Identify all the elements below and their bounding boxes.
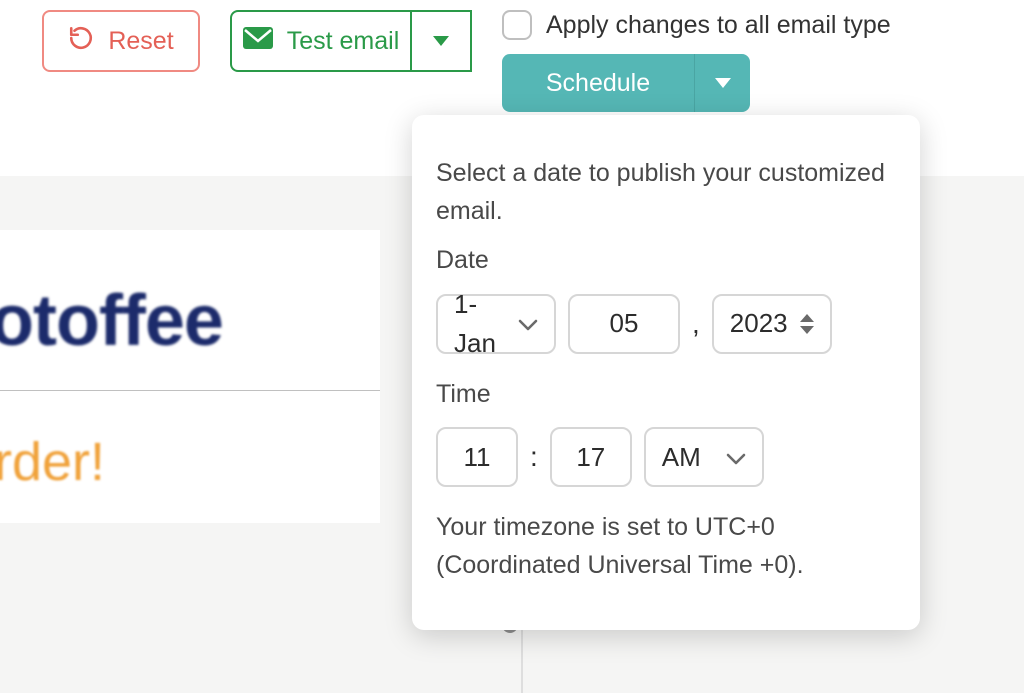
schedule-label: Schedule [546,69,650,98]
date-row: 1-Jan 05 , 2023 [436,294,896,354]
reset-button[interactable]: Reset [42,10,200,72]
reset-icon [68,25,94,58]
comma: , [692,303,700,345]
hour-value: 11 [464,438,491,477]
year-input[interactable]: 2023 [712,294,832,354]
minute-value: 17 [576,438,605,477]
time-row: 11 : 17 AM [436,427,896,487]
schedule-group: Schedule [502,54,750,112]
chevron-down-icon [726,438,746,477]
time-label: Time [436,376,896,414]
hour-input[interactable]: 11 [436,427,518,487]
minute-input[interactable]: 17 [550,427,632,487]
popover-intro: Select a date to publish your customized… [436,155,896,230]
apply-all-label: Apply changes to all email type [546,11,891,40]
apply-all-row: Apply changes to all email type [502,10,891,40]
test-email-label: Test email [287,27,400,56]
day-value: 05 [610,304,639,343]
month-value: 1-Jan [454,285,508,363]
schedule-section: Apply changes to all email type Schedule [502,10,891,112]
chevron-down-icon [518,304,538,343]
day-input[interactable]: 05 [568,294,680,354]
schedule-popover: Select a date to publish your customized… [412,115,920,630]
stepper-icon [800,314,814,334]
test-email-group: Test email [230,10,472,72]
timezone-text: Your timezone is set to UTC+0 (Coordinat… [436,509,896,584]
date-label: Date [436,242,896,280]
schedule-dropdown-button[interactable] [694,54,750,112]
ampm-select[interactable]: AM [644,427,764,487]
year-value: 2023 [730,304,788,343]
headline-fragment: rder! [0,431,380,493]
test-email-button[interactable]: Test email [230,10,410,72]
month-select[interactable]: 1-Jan [436,294,556,354]
ampm-value: AM [662,438,701,477]
mail-icon [243,27,273,56]
schedule-button[interactable]: Schedule [502,54,694,112]
email-preview-panel: otoffee rder! [0,230,380,523]
brand-fragment: otoffee [0,280,380,362]
colon: : [530,436,538,478]
toolbar: Reset Test email Apply changes to all em… [0,0,1024,134]
test-email-dropdown-button[interactable] [410,10,472,72]
triangle-down-icon [433,36,449,46]
divider [0,390,380,391]
triangle-down-icon [715,78,731,88]
apply-all-checkbox[interactable] [502,10,532,40]
reset-label: Reset [108,27,173,56]
